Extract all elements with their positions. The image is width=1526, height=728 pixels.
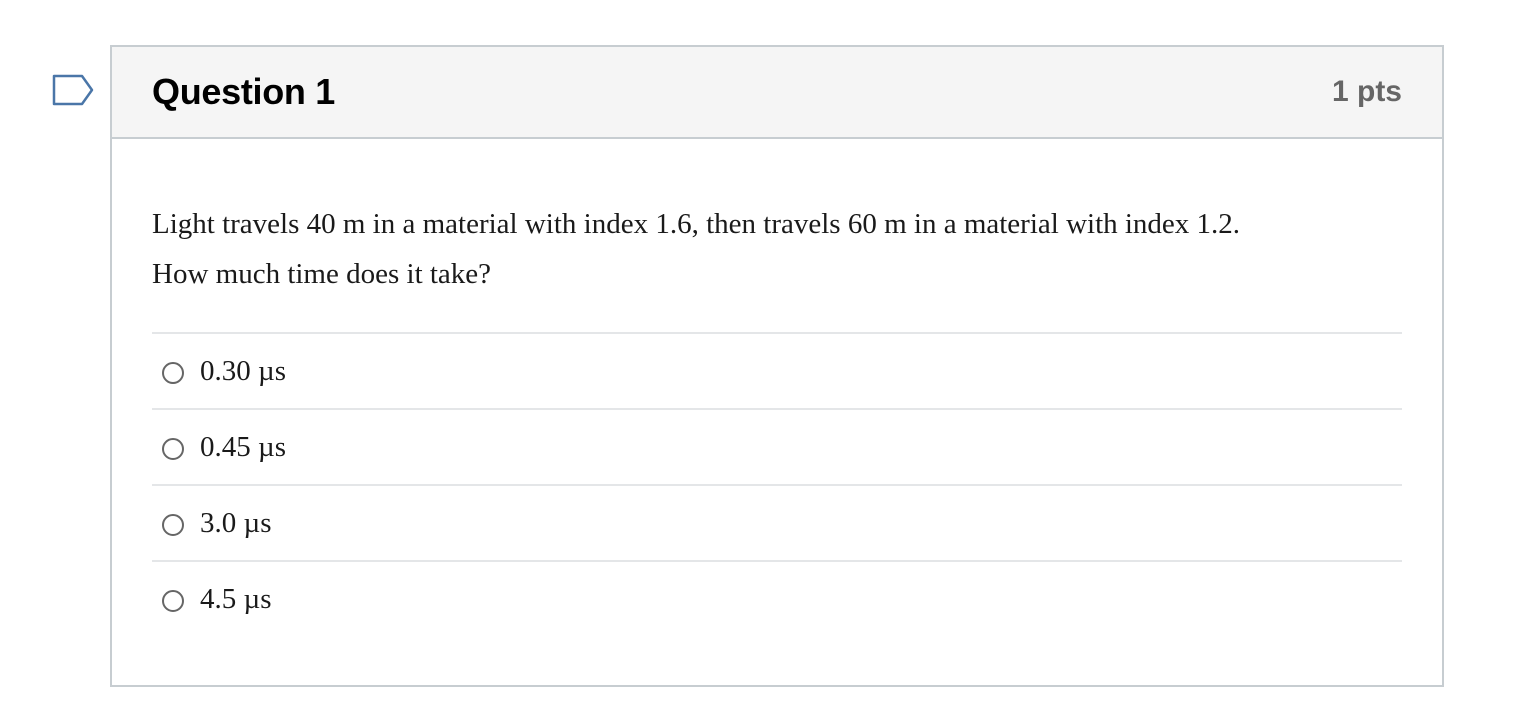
answer-label[interactable]: 0.30 µs	[200, 355, 286, 388]
answer-label[interactable]: 4.5 µs	[200, 583, 272, 616]
answer-list: 0.30 µs 0.45 µs 3.0 µs 4.5 µs	[152, 332, 1402, 636]
question-card: Question 1 1 pts Light travels 40 m in a…	[110, 45, 1444, 687]
question-body: Light travels 40 m in a material with in…	[112, 139, 1442, 636]
answer-label[interactable]: 0.45 µs	[200, 431, 286, 464]
question-header: Question 1 1 pts	[112, 47, 1442, 139]
answer-label[interactable]: 3.0 µs	[200, 507, 272, 540]
question-title: Question 1	[152, 71, 336, 112]
answer-option-2[interactable]: 0.45 µs	[152, 410, 1402, 486]
answer-option-4[interactable]: 4.5 µs	[152, 562, 1402, 636]
question-text-line2: How much time does it take?	[152, 258, 492, 290]
answer-option-3[interactable]: 3.0 µs	[152, 486, 1402, 562]
radio-button[interactable]	[162, 514, 184, 536]
radio-button[interactable]	[162, 590, 184, 612]
answer-option-1[interactable]: 0.30 µs	[152, 334, 1402, 410]
radio-button[interactable]	[162, 438, 184, 460]
question-text-line1: Light travels 40 m in a material with in…	[152, 208, 1241, 240]
flag-question-icon[interactable]	[52, 74, 94, 106]
radio-button[interactable]	[162, 362, 184, 384]
question-text: Light travels 40 m in a material with in…	[152, 199, 1402, 299]
question-points: 1 pts	[1331, 75, 1402, 108]
